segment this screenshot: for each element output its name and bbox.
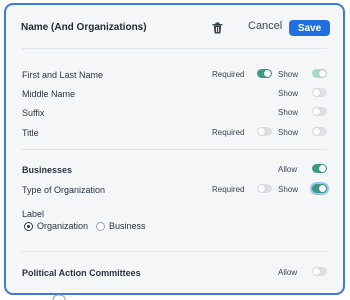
card-header: Name (And Organizations) Cancel Save <box>6 5 343 51</box>
toggle-knob <box>319 165 326 172</box>
toggle-knob <box>258 185 265 192</box>
field-label: Middle Name <box>22 89 76 99</box>
required-toggle[interactable] <box>257 69 272 78</box>
divider <box>22 149 327 150</box>
toggle-knob <box>313 89 320 96</box>
divider <box>22 251 327 252</box>
toggle-knob <box>319 185 326 192</box>
radio-business[interactable] <box>96 222 105 231</box>
section-row-businesses: Businesses Allow <box>6 163 343 179</box>
allow-label: Allow <box>278 165 298 174</box>
required-label: Required <box>212 70 245 79</box>
allow-toggle[interactable] <box>312 164 327 173</box>
field-row-middle-name: Middle Name Show <box>6 87 343 103</box>
field-label: Type of Organization <box>22 185 106 195</box>
show-toggle[interactable] <box>312 184 327 193</box>
allow-toggle[interactable] <box>312 267 327 276</box>
show-label: Show <box>278 108 299 117</box>
section-row-political-action-committees: Political Action Committees Allow <box>6 266 343 282</box>
radio-label-business: Business <box>109 221 146 231</box>
field-row-type-of-organization: Type of Organization Required Show <box>6 183 343 199</box>
field-row-first-last-name: First and Last Name Required Show <box>6 68 343 84</box>
toggle-knob <box>313 268 320 275</box>
toggle-knob <box>313 108 320 115</box>
field-label: Title <box>22 128 39 138</box>
field-row-title: Title Required Show <box>6 126 343 142</box>
trash-icon[interactable] <box>212 22 223 34</box>
required-label: Required <box>212 185 245 194</box>
label-heading: Label <box>22 209 45 219</box>
section-label: Political Action Committees <box>22 268 141 278</box>
required-toggle[interactable] <box>257 127 272 136</box>
show-label: Show <box>278 128 299 137</box>
cancel-button[interactable]: Cancel <box>248 20 282 32</box>
show-label: Show <box>278 185 299 194</box>
radio-label-organization: Organization <box>37 221 89 231</box>
toggle-knob <box>264 70 271 77</box>
card-title: Name (And Organizations) <box>21 22 147 33</box>
cursor-icon <box>52 294 66 300</box>
show-toggle[interactable] <box>312 107 327 116</box>
required-label: Required <box>212 128 245 137</box>
radio-organization[interactable] <box>24 222 33 231</box>
show-toggle[interactable] <box>312 127 327 136</box>
field-label: First and Last Name <box>22 70 104 80</box>
section-label: Businesses <box>22 165 73 175</box>
show-toggle[interactable] <box>312 88 327 97</box>
name-settings-card: Name (And Organizations) Cancel Save Fir… <box>4 3 345 295</box>
divider <box>22 48 327 49</box>
show-label: Show <box>278 70 299 79</box>
toggle-knob <box>319 70 326 77</box>
toggle-knob <box>313 128 320 135</box>
allow-label: Allow <box>278 268 298 277</box>
show-label: Show <box>278 89 299 98</box>
save-button[interactable]: Save <box>289 20 330 36</box>
show-toggle[interactable] <box>312 69 327 78</box>
toggle-knob <box>258 128 265 135</box>
required-toggle[interactable] <box>257 184 272 193</box>
field-row-suffix: Suffix Show <box>6 106 343 122</box>
field-label: Suffix <box>22 108 45 118</box>
